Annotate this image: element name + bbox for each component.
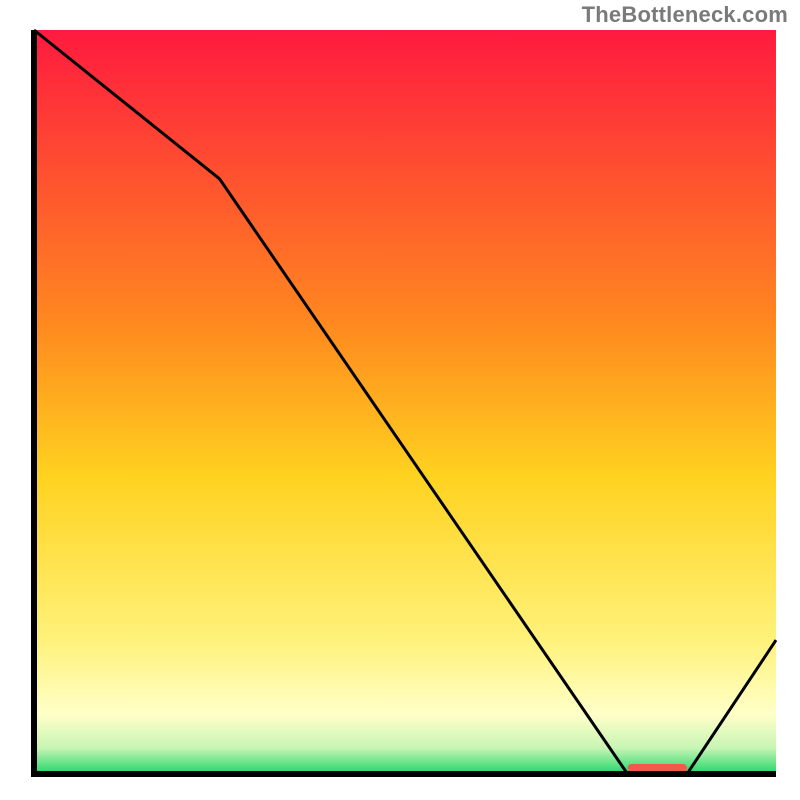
bottleneck-marker <box>628 764 687 772</box>
plot-background <box>34 30 776 774</box>
chart-svg <box>0 0 800 800</box>
bottleneck-chart: TheBottleneck.com <box>0 0 800 800</box>
